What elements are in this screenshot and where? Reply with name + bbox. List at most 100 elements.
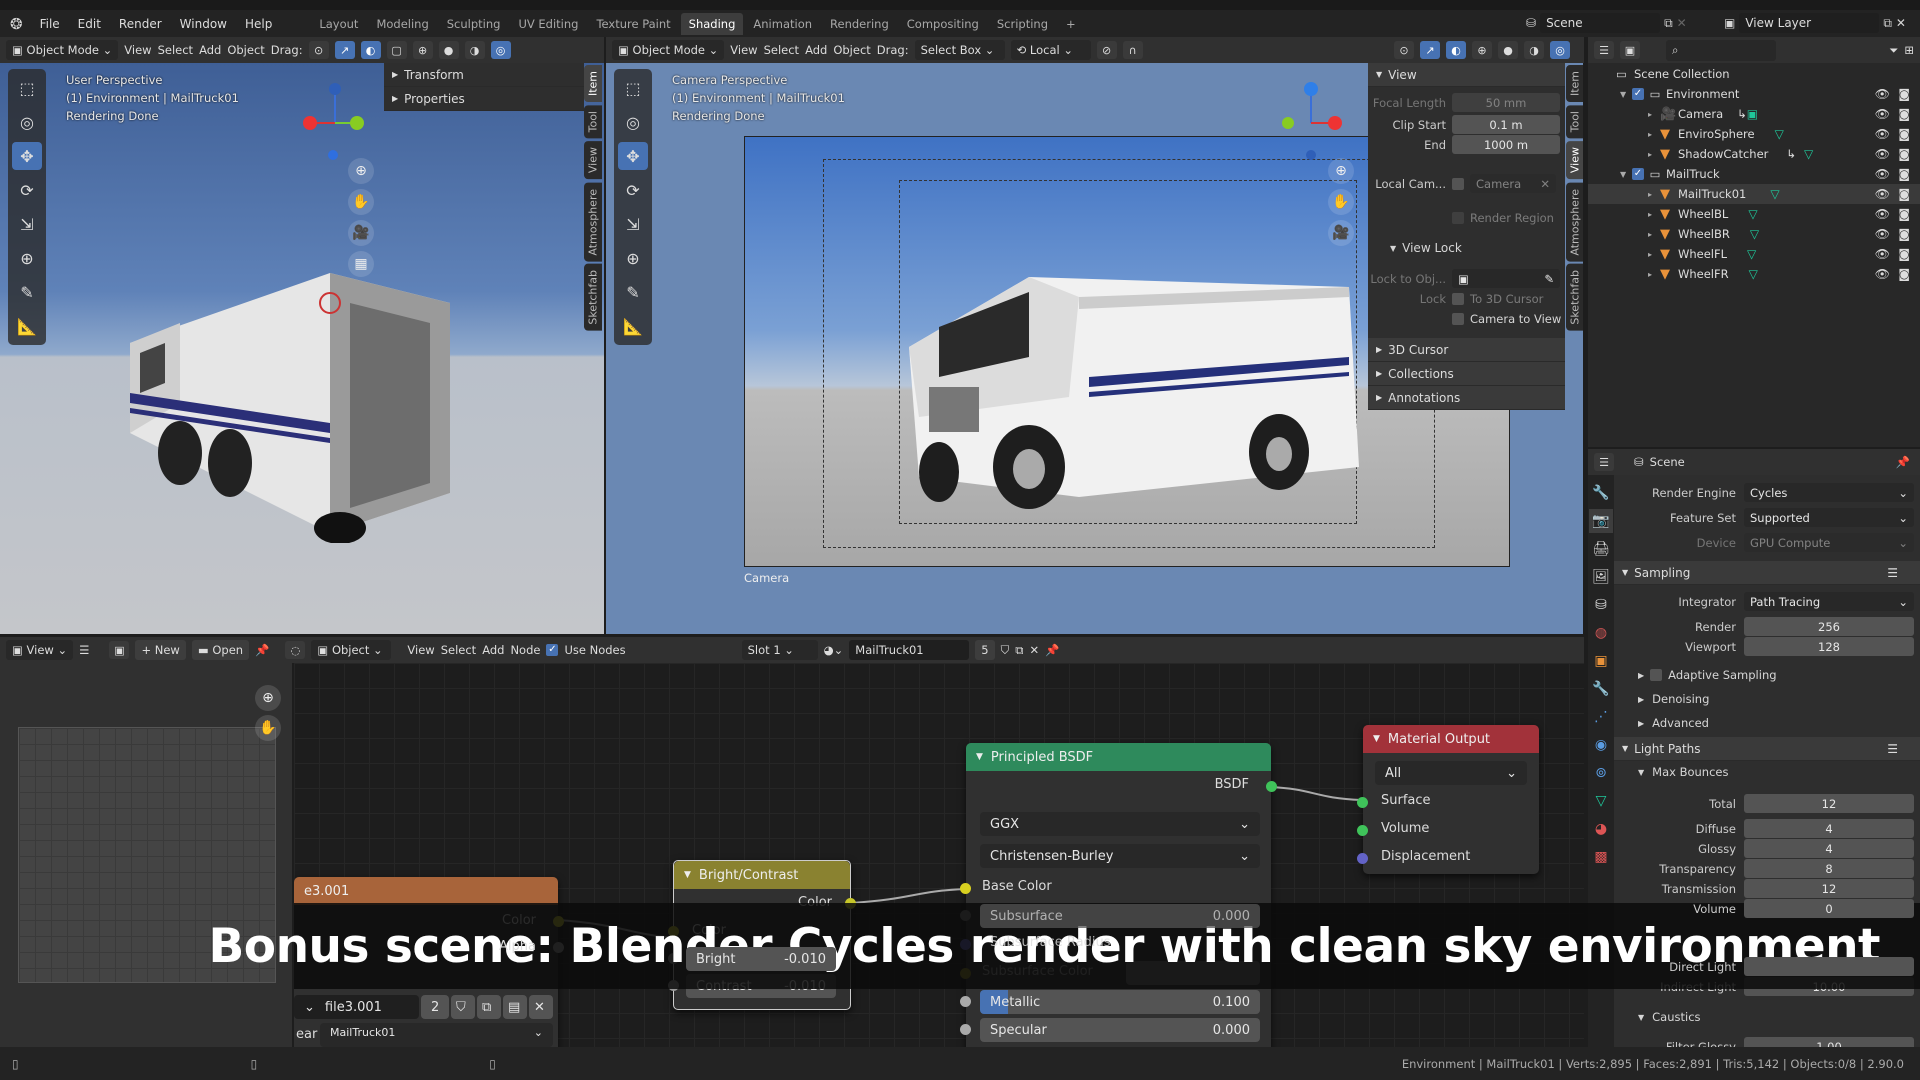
right-3d-viewport[interactable]: Camera Camera Perspective (1) Environmen… bbox=[606, 63, 1583, 634]
pan-hand-icon[interactable]: ✋ bbox=[255, 715, 281, 741]
view-lock-subsection[interactable]: ▼ View Lock bbox=[1390, 241, 1462, 255]
material-tab-icon[interactable]: ◕ bbox=[1589, 817, 1613, 841]
presets-icon[interactable]: ☰ bbox=[1887, 742, 1898, 756]
outliner-item-wheelbr[interactable]: ▸ ▼ WheelBR ▽ 👁 ◙ bbox=[1588, 224, 1920, 244]
image-browse-icon[interactable]: ▣ bbox=[109, 641, 130, 659]
tab-texture-paint[interactable]: Texture Paint bbox=[588, 13, 678, 35]
image-name-field[interactable]: ⌄ file3.001 bbox=[294, 995, 419, 1019]
render-camera-icon[interactable]: ◙ bbox=[1898, 227, 1910, 241]
open-image-button[interactable]: ▬ Open bbox=[191, 640, 250, 660]
eye-icon[interactable]: 👁 bbox=[1875, 227, 1890, 241]
outliner-item-shadowcatcher[interactable]: ▸ ▼ ShadowCatcher ↳ ▽ 👁 ◙ bbox=[1588, 144, 1920, 164]
move-tool-icon[interactable]: ✥ bbox=[12, 142, 42, 170]
pan-hand-icon[interactable]: ✋ bbox=[1328, 189, 1354, 215]
ortho-grid-icon[interactable]: ▦ bbox=[348, 251, 374, 277]
copy-icon[interactable]: ⧉ bbox=[1015, 643, 1023, 658]
render-camera-icon[interactable]: ◙ bbox=[1898, 107, 1910, 121]
outliner-item-wheelbl[interactable]: ▸ ▼ WheelBL ▽ 👁 ◙ bbox=[1588, 204, 1920, 224]
eye-icon[interactable]: 👁 bbox=[1875, 87, 1890, 101]
render-camera-icon[interactable]: ◙ bbox=[1898, 147, 1910, 161]
scene-selector[interactable]: ⛁ Scene ⧉ ✕ bbox=[1526, 13, 1687, 33]
measure-tool-icon[interactable]: 📐 bbox=[618, 312, 648, 340]
editor-type-icon[interactable]: ☰ bbox=[1594, 453, 1614, 471]
surface-input-socket[interactable] bbox=[1357, 797, 1368, 808]
menu-edit[interactable]: Edit bbox=[69, 17, 110, 31]
tab-rendering[interactable]: Rendering bbox=[822, 13, 897, 35]
target-dropdown[interactable]: All ⌄ bbox=[1375, 761, 1527, 785]
render-camera-icon[interactable]: ◙ bbox=[1898, 167, 1910, 181]
scene-tab-icon[interactable]: ⛁ bbox=[1589, 593, 1613, 617]
focal-length-field[interactable]: 50 mm bbox=[1452, 93, 1560, 112]
cursor-tool-icon[interactable]: ◎ bbox=[12, 108, 42, 136]
integrator-dropdown[interactable]: Path Tracing ⌄ bbox=[1744, 592, 1914, 611]
outliner-item-wheelfr[interactable]: ▸ ▼ WheelFR ▽ 👁 ◙ bbox=[1588, 264, 1920, 284]
scene-collection-row[interactable]: ▭ Scene Collection bbox=[1588, 64, 1920, 84]
view-layer-selector[interactable]: ▣ View Layer ⧉ ✕ bbox=[1724, 13, 1906, 33]
blender-logo-icon[interactable]: ❂ bbox=[10, 15, 23, 33]
section-sampling[interactable]: ▼ Sampling ☰ bbox=[1614, 561, 1920, 585]
section-transform[interactable]: ▶ Transform bbox=[384, 63, 584, 87]
tab-sculpting[interactable]: Sculpting bbox=[439, 13, 509, 35]
render-tab-icon[interactable]: 📷 bbox=[1589, 509, 1613, 533]
clip-end-field[interactable]: 1000 m bbox=[1452, 135, 1560, 154]
display-mode-icon[interactable]: ▣ bbox=[1620, 41, 1640, 59]
render-region-checkbox[interactable] bbox=[1452, 212, 1464, 224]
scene-name-field[interactable]: Scene bbox=[1540, 13, 1661, 33]
copy-icon[interactable]: ⧉ bbox=[1664, 16, 1673, 31]
glossy-bounces-field[interactable]: 4 bbox=[1744, 839, 1914, 858]
camera-view-icon[interactable]: 🎥 bbox=[348, 220, 374, 246]
image-editor[interactable]: ⊕ ✋ bbox=[0, 663, 292, 1047]
hamburger-menu-icon[interactable]: ☰ bbox=[79, 643, 89, 657]
tab-layout[interactable]: Layout bbox=[311, 13, 366, 35]
tab-compositing[interactable]: Compositing bbox=[899, 13, 987, 35]
select-box-tool-icon[interactable]: ⬚ bbox=[618, 74, 648, 102]
transform-tool-icon[interactable]: ⊕ bbox=[618, 244, 648, 272]
max-bounces-subpanel[interactable]: ▼ Max Bounces bbox=[1638, 765, 1728, 779]
tab-view[interactable]: View bbox=[584, 141, 602, 180]
select-box-tool-icon[interactable]: ⬚ bbox=[12, 74, 42, 102]
close-icon[interactable]: ✕ bbox=[529, 995, 553, 1019]
tab-tool[interactable]: Tool bbox=[1566, 105, 1583, 139]
image-editor-view-menu[interactable]: ▣ View ⌄ bbox=[6, 640, 74, 660]
menu-add[interactable]: Add bbox=[805, 43, 827, 57]
camera-view-icon[interactable]: 🎥 bbox=[1328, 220, 1354, 246]
tab-atmosphere[interactable]: Atmosphere bbox=[584, 182, 602, 262]
node-canvas[interactable]: e3.001 Color Alpha ⌄file3.001 2 ⛉ ⧉ ▤ ✕ … bbox=[294, 663, 1584, 1047]
node-header[interactable]: ▼ Bright/Contrast bbox=[674, 861, 850, 889]
eye-icon[interactable]: 👁 bbox=[1875, 107, 1890, 121]
view-layer-tab-icon[interactable]: 🖼 bbox=[1589, 565, 1613, 589]
solid-shading-icon[interactable]: ● bbox=[438, 41, 459, 59]
wireframe-shading-icon[interactable]: ⊕ bbox=[1472, 41, 1492, 59]
select-box-dropdown[interactable]: Select Box ⌄ bbox=[914, 40, 1005, 60]
editor-type-icon[interactable]: ☰ bbox=[1594, 41, 1614, 59]
object-tab-icon[interactable]: ▣ bbox=[1589, 649, 1613, 673]
principled-bsdf-node[interactable]: ▼ Principled BSDF BSDF GGX ⌄ Christensen-B… bbox=[960, 743, 1277, 1047]
outliner-item-mailtruck[interactable]: ▼ ✓ ▭ MailTruck 👁 ◙ bbox=[1588, 164, 1920, 184]
feature-set-dropdown[interactable]: Supported ⌄ bbox=[1744, 508, 1914, 527]
menu-object[interactable]: Object bbox=[227, 43, 264, 57]
tab-item[interactable]: Item bbox=[1566, 65, 1583, 103]
rendered-shading-icon[interactable]: ◎ bbox=[1550, 41, 1570, 59]
mode-dropdown[interactable]: ▣ Object Mode ⌄ bbox=[6, 40, 119, 60]
material-name-field[interactable]: MailTruck01 bbox=[849, 640, 970, 660]
local-camera-field[interactable]: Camera ✕ bbox=[1470, 174, 1556, 193]
camera-to-view-row[interactable]: Camera to View bbox=[1452, 312, 1561, 326]
visibility-icon[interactable]: ⊙ bbox=[1394, 41, 1414, 59]
section-3d-cursor[interactable]: ▶ 3D Cursor bbox=[1368, 338, 1565, 362]
tab-tool[interactable]: Tool bbox=[584, 105, 602, 139]
outliner-item-camera[interactable]: ▸ 🎥 Camera ↳ ▣ 👁 ◙ bbox=[1588, 104, 1920, 124]
section-light-paths[interactable]: ▼ Light Paths ☰ bbox=[1614, 737, 1920, 761]
render-camera-icon[interactable]: ◙ bbox=[1898, 247, 1910, 261]
menu-view[interactable]: View bbox=[124, 43, 151, 57]
tab-scripting[interactable]: Scripting bbox=[989, 13, 1056, 35]
menu-window[interactable]: Window bbox=[171, 17, 236, 31]
new-collection-icon[interactable]: ⊞ bbox=[1904, 43, 1914, 57]
rendered-shading-icon[interactable]: ◎ bbox=[490, 41, 511, 59]
tab-shading[interactable]: Shading bbox=[680, 12, 744, 35]
menu-help[interactable]: Help bbox=[236, 17, 281, 31]
constraints-tab-icon[interactable]: ⊚ bbox=[1589, 761, 1613, 785]
transparency-bounces-field[interactable]: 8 bbox=[1744, 859, 1914, 878]
pack-icon[interactable]: ▤ bbox=[503, 995, 527, 1019]
render-camera-icon[interactable]: ◙ bbox=[1898, 127, 1910, 141]
adaptive-sampling-subpanel[interactable]: ▶ Adaptive Sampling bbox=[1638, 668, 1777, 682]
